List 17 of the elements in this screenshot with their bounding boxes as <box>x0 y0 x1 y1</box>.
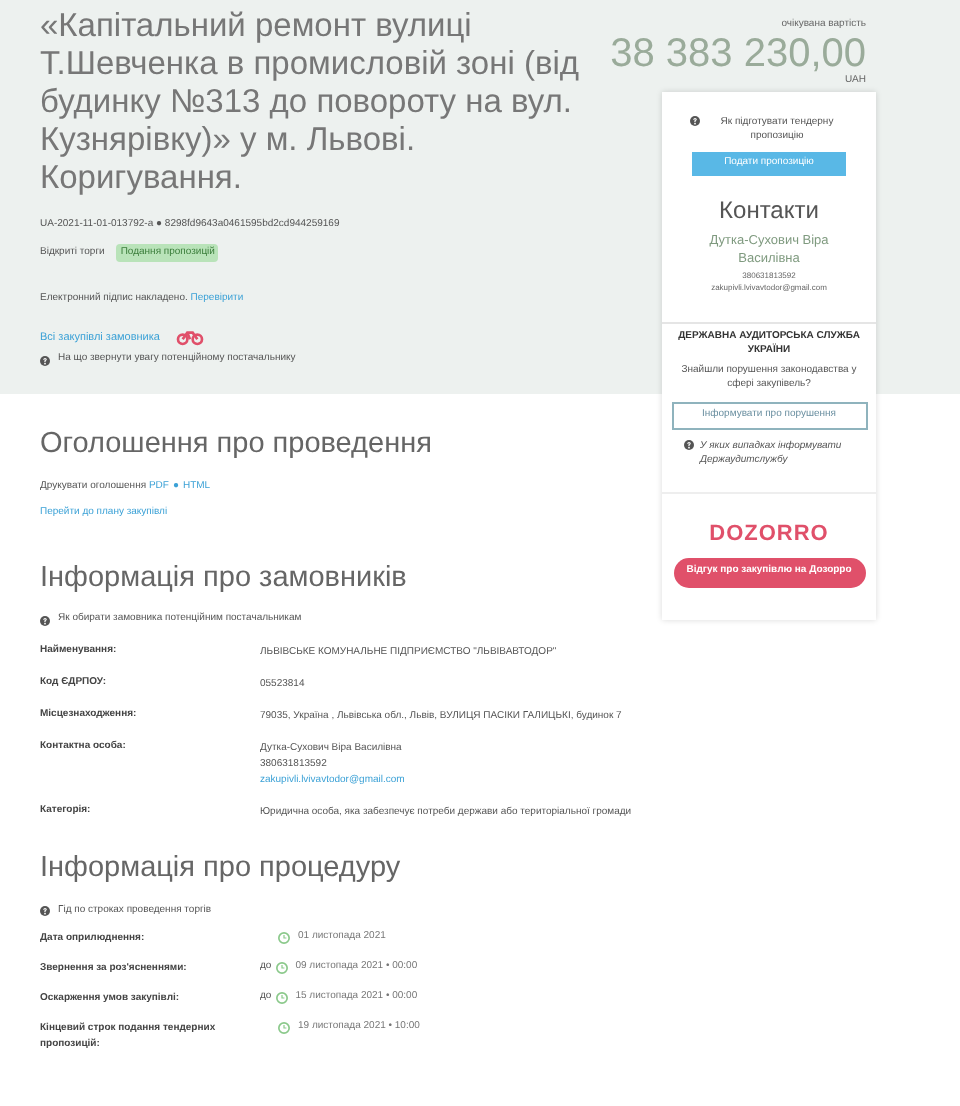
bicycle-icon <box>175 330 204 347</box>
help-icon <box>684 440 694 450</box>
help-icon <box>40 615 50 625</box>
clock-icon <box>278 932 290 944</box>
clock-icon <box>275 962 288 974</box>
clock-icon <box>278 1022 290 1034</box>
help-icon <box>40 355 50 365</box>
section-title: Оголошення про проведення <box>40 425 434 464</box>
contacts-title: Контакти <box>719 194 819 228</box>
expected-price: 38 383 230,00 <box>610 33 866 73</box>
help-icon <box>689 116 699 126</box>
tender-title: «Капітальний ремонт вулиці Т.Шевченка в промисловій зоні (від будинку №313 до повороту на вул. Кузнярівку)» у м. Львові. Коригування. <box>40 8 582 198</box>
dozorro-logo: DOZORRO <box>709 520 829 550</box>
help-icon <box>40 905 50 916</box>
clock-icon <box>275 992 288 1004</box>
section-title: Інформація про процедуру <box>40 849 403 888</box>
section-title: Інформація про замовників <box>40 559 409 597</box>
